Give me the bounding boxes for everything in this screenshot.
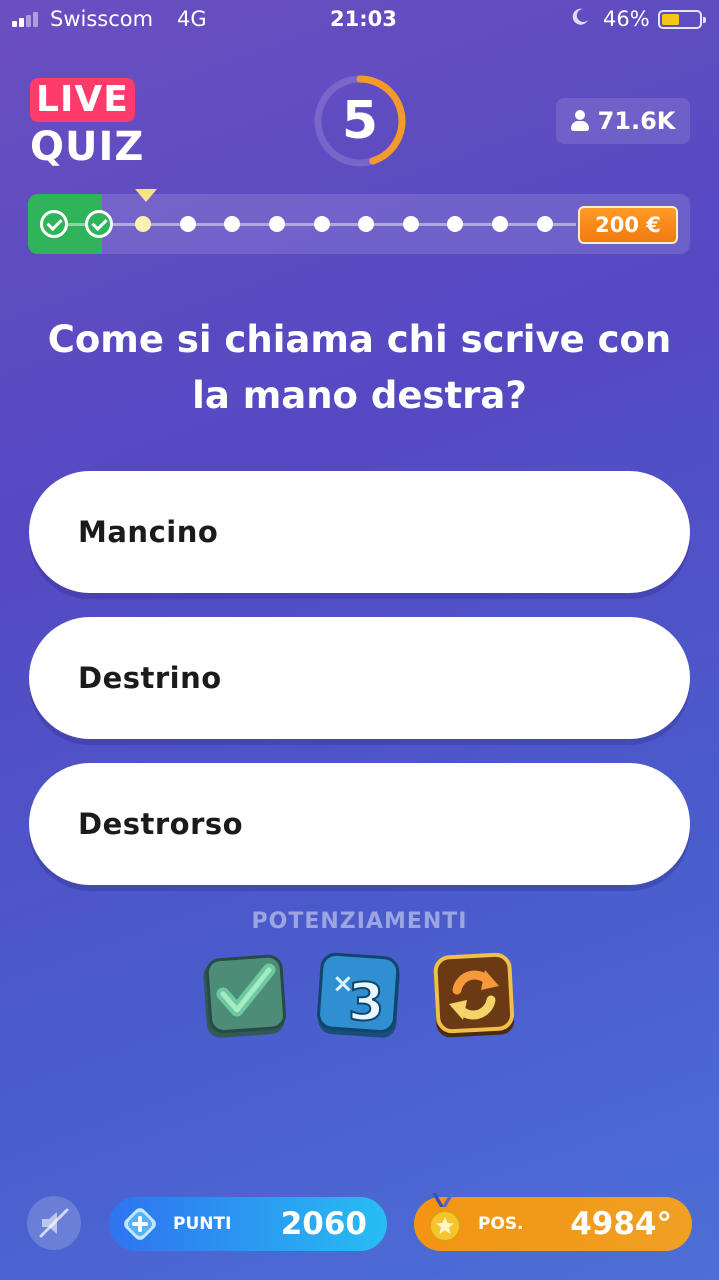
position-label: POS. (478, 1214, 524, 1234)
question-dot (536, 216, 553, 232)
carrier-name: Swisscom (50, 7, 154, 31)
plus-diamond-icon (124, 1208, 156, 1240)
answer-option-2[interactable]: Destrino (29, 617, 690, 739)
points-pill: PUNTI 2060 (109, 1197, 387, 1251)
refresh-powerup-icon[interactable] (429, 950, 519, 1042)
position-value: 4984° (570, 1206, 672, 1242)
answer-label: Mancino (78, 515, 219, 549)
question-dot (447, 216, 464, 232)
battery-percent: 46% (603, 7, 650, 31)
completed-question-check-icon (40, 210, 68, 238)
completed-question-check-icon (84, 210, 113, 238)
svg-text:3: 3 (348, 973, 384, 1033)
countdown-timer: 5 (312, 73, 408, 169)
signal-icon (12, 12, 38, 27)
medal-icon (429, 1210, 461, 1242)
question-dot (224, 216, 241, 232)
network-type: 4G (177, 7, 207, 31)
answer-option-1[interactable]: Mancino (29, 471, 690, 593)
status-bar: Swisscom 4G 21:03 46% (0, 0, 719, 40)
timer-value: 5 (341, 91, 379, 151)
battery-fill (662, 14, 679, 25)
prize-badge: 200 € (578, 206, 678, 244)
question-text: Come si chiama chi scrive con la mano de… (47, 318, 672, 417)
question-dot (358, 216, 375, 232)
viewers-badge: 71.6K (556, 98, 690, 144)
question-dot (402, 216, 419, 232)
logo-live-text: LIVE (30, 78, 135, 122)
answer-label: Destrino (78, 661, 222, 695)
question-dot (269, 216, 285, 232)
points-label: PUNTI (173, 1214, 232, 1234)
user-icon (570, 110, 589, 132)
question-dot (313, 216, 330, 232)
logo-quiz-text: QUIZ (30, 124, 145, 170)
points-value: 2060 (280, 1206, 367, 1242)
viewers-count: 71.6K (597, 107, 676, 135)
current-question-dot (135, 216, 152, 232)
check-powerup-icon[interactable] (199, 950, 289, 1042)
question-dot (179, 216, 196, 232)
status-time: 21:03 (330, 7, 397, 31)
plus-three-powerup-icon[interactable]: × 3 (314, 950, 404, 1042)
powerups-label: POTENZIAMENTI (251, 909, 468, 934)
live-quiz-logo: LIVE QUIZ (30, 78, 143, 170)
battery-icon (658, 10, 706, 29)
answer-label: Destrorso (78, 807, 244, 841)
do-not-disturb-icon (572, 8, 588, 25)
position-pill: POS. 4984° (414, 1193, 692, 1251)
answer-option-3[interactable]: Destrorso (29, 763, 690, 885)
question-dot (492, 216, 508, 232)
mute-button[interactable] (27, 1196, 81, 1250)
speaker-muted-icon (39, 1208, 69, 1238)
